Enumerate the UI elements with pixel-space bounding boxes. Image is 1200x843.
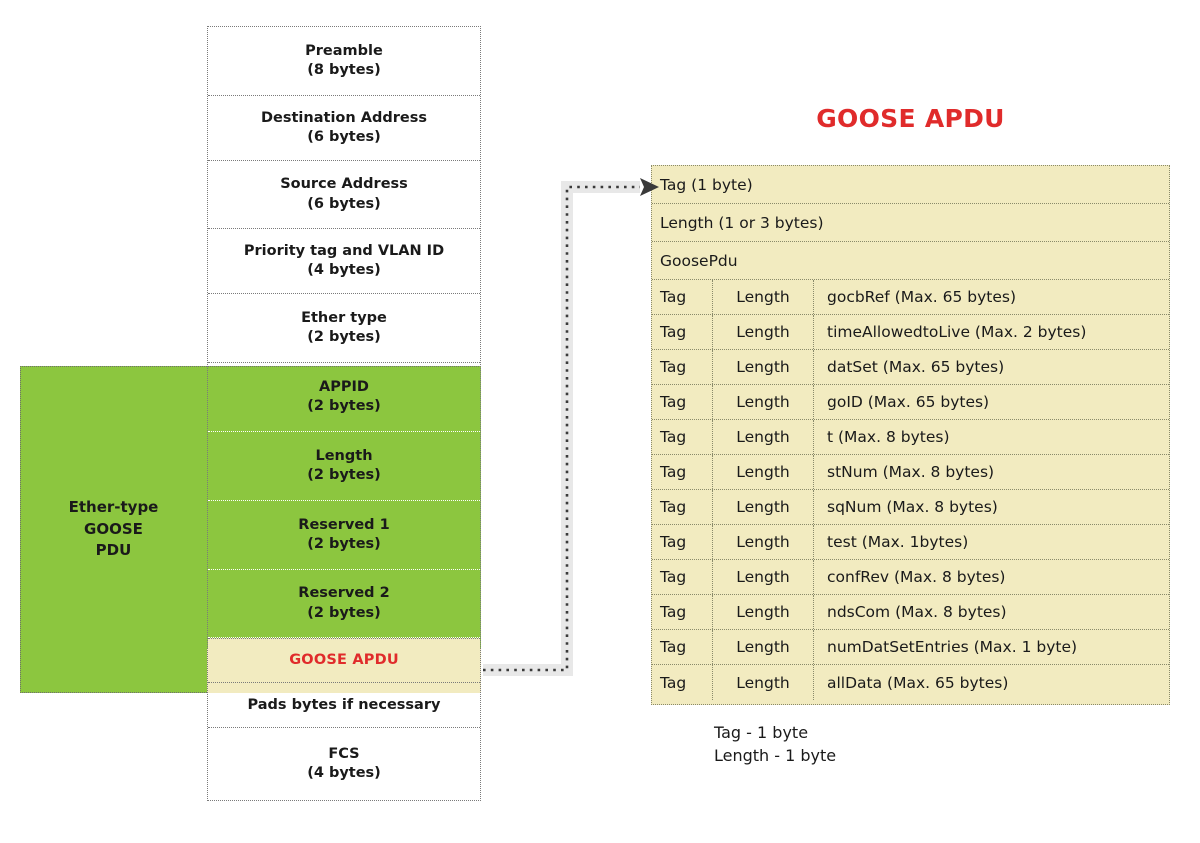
apdu-header-text: Tag (1 byte)	[660, 175, 753, 194]
apdu-legend: Tag - 1 byte Length - 1 byte	[714, 721, 836, 767]
apdu-cell-desc: t (Max. 8 bytes)	[827, 428, 950, 446]
apdu-legend-line-2: Length - 1 byte	[714, 746, 837, 766]
frame-row-name: FCS	[328, 746, 360, 763]
apdu-cell-desc: allData (Max. 65 bytes)	[827, 673, 1009, 692]
table-row: Tag Length stNum (Max. 8 bytes)	[652, 455, 1169, 490]
table-row: Tag Length sqNum (Max. 8 bytes)	[652, 490, 1169, 525]
table-row: Tag Length timeAllowedtoLive (Max. 2 byt…	[652, 315, 1169, 350]
frame-row-destination-address: Destination Address (6 bytes)	[208, 96, 480, 161]
frame-row-size: (2 bytes)	[307, 466, 381, 483]
frame-row-size: (6 bytes)	[307, 195, 381, 212]
frame-row-size: (4 bytes)	[307, 262, 381, 279]
frame-row-source-address: Source Address (6 bytes)	[208, 161, 480, 230]
frame-row-size: (2 bytes)	[307, 604, 381, 621]
apdu-cell-length: Length	[713, 630, 814, 664]
frame-row-ether-type: Ether type (2 bytes)	[208, 294, 480, 364]
apdu-cell-length: Length	[713, 665, 814, 700]
frame-row-preamble: Preamble (8 bytes)	[208, 27, 480, 96]
apdu-cell-desc: goID (Max. 65 bytes)	[827, 393, 990, 411]
frame-row-reserved-2: Reserved 2 (2 bytes)	[208, 570, 480, 639]
frame-row-reserved-1: Reserved 1 (2 bytes)	[208, 501, 480, 570]
apdu-cell-length: Length	[713, 455, 814, 489]
pdu-label-line-3: PDU	[95, 541, 132, 560]
frame-row-name: Reserved 1	[298, 516, 390, 533]
apdu-cell-tag: Tag	[652, 455, 713, 489]
apdu-cell-length: Length	[713, 385, 814, 419]
frame-row-size: (6 bytes)	[307, 128, 381, 145]
frame-row-priority-tag-vlan-id: Priority tag and VLAN ID (4 bytes)	[208, 229, 480, 295]
frame-row-name: Priority tag and VLAN ID	[243, 243, 445, 260]
frame-row-appid: APPID (2 bytes)	[208, 363, 480, 432]
apdu-cell-tag: Tag	[652, 315, 713, 349]
apdu-cell-length: Length	[713, 350, 814, 384]
frame-row-name: Ether type	[301, 310, 387, 327]
apdu-header-text: Length (1 or 3 bytes)	[660, 213, 824, 232]
frame-row-name: GOOSE APDU	[289, 652, 399, 669]
ether-type-goose-pdu-label: Ether-type GOOSE PDU	[20, 366, 207, 693]
apdu-cell-desc: stNum (Max. 8 bytes)	[827, 463, 995, 481]
apdu-cell-length: Length	[713, 490, 814, 524]
table-row: Tag Length numDatSetEntries (Max. 1 byte…	[652, 630, 1169, 665]
frame-row-pads-bytes: Pads bytes if necessary	[208, 683, 480, 729]
table-row: Tag Length ndsCom (Max. 8 bytes)	[652, 595, 1169, 630]
frame-row-name: APPID	[319, 378, 369, 395]
apdu-cell-length: Length	[713, 560, 814, 594]
apdu-cell-length: Length	[713, 280, 814, 314]
table-row: Tag Length goID (Max. 65 bytes)	[652, 385, 1169, 420]
ethernet-frame-column: Preamble (8 bytes) Destination Address (…	[207, 26, 481, 801]
frame-row-goose-apdu[interactable]: GOOSE APDU	[208, 638, 480, 684]
apdu-cell-desc: ndsCom (Max. 8 bytes)	[827, 603, 1007, 621]
frame-row-size: (2 bytes)	[307, 398, 381, 415]
table-row: Tag Length test (Max. 1bytes)	[652, 525, 1169, 560]
apdu-cell-tag: Tag	[652, 350, 713, 384]
apdu-cell-desc: timeAllowedtoLive (Max. 2 bytes)	[827, 323, 1087, 341]
table-row: Tag Length allData (Max. 65 bytes)	[652, 665, 1169, 700]
apdu-cell-tag: Tag	[652, 420, 713, 454]
apdu-cell-tag: Tag	[652, 560, 713, 594]
apdu-cell-tag: Tag	[652, 665, 713, 700]
apdu-cell-desc: gocbRef (Max. 65 bytes)	[827, 288, 1017, 306]
apdu-header-row-tag: Tag (1 byte)	[652, 166, 1169, 204]
apdu-legend-line-1: Tag - 1 byte	[714, 723, 809, 742]
apdu-cell-desc: sqNum (Max. 8 bytes)	[827, 498, 998, 516]
frame-row-name: Source Address	[280, 176, 408, 193]
apdu-cell-desc: numDatSetEntries (Max. 1 byte)	[827, 638, 1078, 656]
apdu-cell-length: Length	[713, 595, 814, 629]
apdu-cell-length: Length	[713, 525, 814, 559]
pdu-label-line-2: GOOSE	[84, 519, 143, 538]
goose-apdu-table: Tag (1 byte) Length (1 or 3 bytes) Goose…	[651, 165, 1170, 705]
apdu-header-row-length: Length (1 or 3 bytes)	[652, 204, 1169, 242]
apdu-cell-tag: Tag	[652, 595, 713, 629]
frame-row-size: (2 bytes)	[307, 329, 381, 346]
goose-apdu-title: GOOSE APDU	[816, 104, 1005, 133]
frame-row-size: (4 bytes)	[307, 765, 381, 782]
frame-row-fcs: FCS (4 bytes)	[208, 728, 480, 800]
frame-row-name: Preamble	[305, 42, 383, 59]
apdu-header-row-goosepdu: GoosePdu	[652, 242, 1169, 280]
frame-row-name: Pads bytes if necessary	[247, 696, 441, 713]
table-row: Tag Length gocbRef (Max. 65 bytes)	[652, 280, 1169, 315]
table-row: Tag Length datSet (Max. 65 bytes)	[652, 350, 1169, 385]
apdu-cell-tag: Tag	[652, 280, 713, 314]
frame-row-name: Destination Address	[261, 109, 427, 126]
apdu-cell-tag: Tag	[652, 525, 713, 559]
frame-row-length: Length (2 bytes)	[208, 432, 480, 501]
frame-row-size: (8 bytes)	[307, 61, 381, 78]
apdu-cell-tag: Tag	[652, 630, 713, 664]
apdu-cell-desc: test (Max. 1bytes)	[827, 533, 969, 551]
table-row: Tag Length confRev (Max. 8 bytes)	[652, 560, 1169, 595]
frame-row-name: Length	[315, 447, 373, 464]
frame-row-name: Reserved 2	[298, 585, 390, 602]
apdu-header-text: GoosePdu	[660, 251, 738, 270]
table-row: Tag Length t (Max. 8 bytes)	[652, 420, 1169, 455]
apdu-cell-length: Length	[713, 315, 814, 349]
frame-row-size: (2 bytes)	[307, 535, 381, 552]
apdu-cell-tag: Tag	[652, 490, 713, 524]
pdu-label-line-1: Ether-type	[68, 497, 159, 516]
apdu-cell-desc: datSet (Max. 65 bytes)	[827, 358, 1005, 376]
apdu-cell-length: Length	[713, 420, 814, 454]
apdu-cell-tag: Tag	[652, 385, 713, 419]
apdu-cell-desc: confRev (Max. 8 bytes)	[827, 568, 1006, 586]
